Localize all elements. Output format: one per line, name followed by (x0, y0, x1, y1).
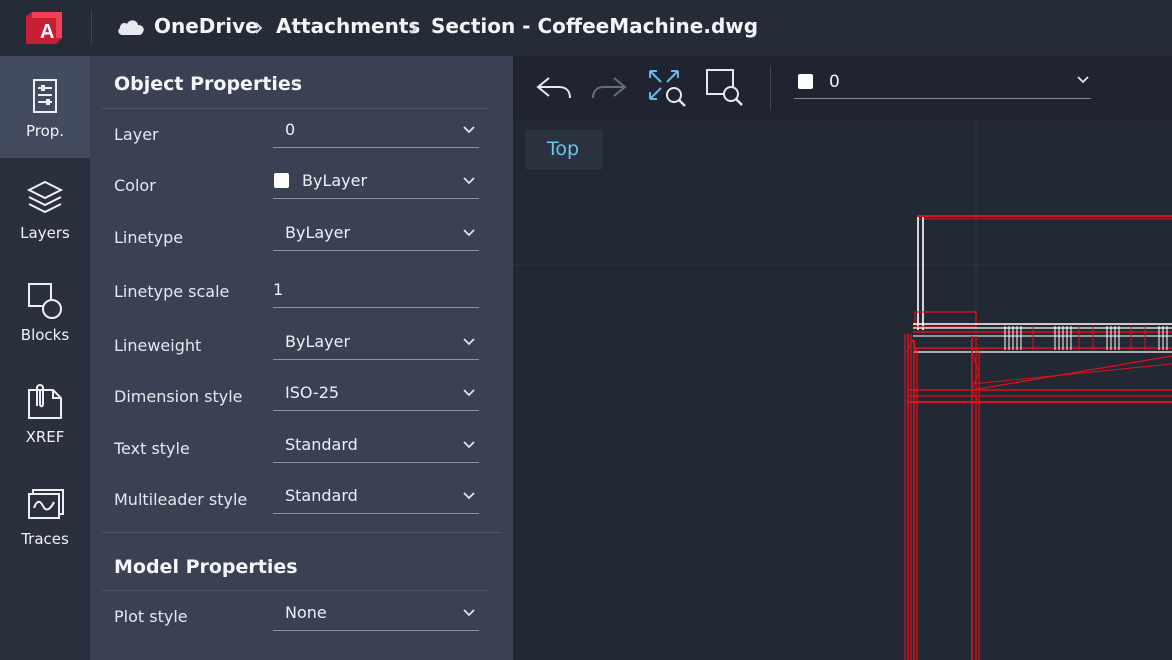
chevron-down-icon (463, 492, 475, 500)
rail-item-layers[interactable]: Layers (0, 158, 90, 260)
linetype-dropdown[interactable]: ByLayer (273, 219, 479, 251)
rail-label: Traces (21, 530, 69, 548)
layer-dropdown[interactable]: 0 (273, 116, 479, 148)
traces-icon (28, 489, 64, 519)
chevron-down-icon (463, 441, 475, 449)
lineweight-label: Lineweight (114, 336, 202, 355)
title-bar: A OneDrive Attachments Section - CoffeeM… (0, 0, 1172, 56)
lineweight-dropdown[interactable]: ByLayer (273, 328, 479, 360)
lineweight-value: ByLayer (285, 332, 351, 351)
undo-icon[interactable] (535, 68, 573, 108)
divider (102, 532, 501, 533)
rail-item-xref[interactable]: XREF (0, 362, 90, 464)
rail-item-properties[interactable]: Prop. (0, 56, 90, 158)
color-dropdown[interactable]: ByLayer (273, 167, 479, 199)
text-style-value: Standard (285, 435, 358, 454)
linetype-scale-label: Linetype scale (114, 282, 230, 301)
layer-label: Layer (114, 125, 159, 144)
linetype-value: ByLayer (285, 223, 351, 242)
layer-value: 0 (285, 120, 296, 139)
color-label: Color (114, 176, 156, 195)
view-cube-top[interactable]: Top (525, 130, 603, 170)
rail-label: Layers (20, 224, 70, 242)
cad-drawing[interactable] (513, 120, 1172, 660)
divider (102, 108, 488, 109)
properties-icon (33, 79, 57, 113)
chevron-down-icon (463, 338, 475, 346)
tool-rail: Prop. Layers Blocks XREF Traces (0, 56, 90, 660)
zoom-extents-icon[interactable] (647, 68, 687, 108)
zoom-window-icon[interactable] (705, 68, 745, 108)
current-layer-value: 0 (829, 72, 840, 92)
breadcrumb-separator-icon (410, 22, 418, 34)
chevron-down-icon (463, 229, 475, 237)
current-layer-dropdown[interactable]: 0 (794, 64, 1091, 99)
logo-letter: A (40, 21, 54, 43)
breadcrumb-file: Section - CoffeeMachine.dwg (431, 14, 759, 38)
dimension-style-label: Dimension style (114, 387, 243, 406)
chevron-down-icon (463, 177, 475, 185)
canvas-toolbar: 0 (513, 56, 1172, 120)
redo-icon[interactable] (590, 68, 628, 108)
view-label: Top (547, 138, 580, 160)
color-value: ByLayer (302, 171, 368, 190)
text-style-label: Text style (114, 439, 190, 458)
onedrive-cloud-icon (118, 20, 144, 35)
chevron-down-icon (463, 609, 475, 617)
xref-icon (28, 384, 62, 419)
chevron-down-icon (463, 389, 475, 397)
rail-item-traces[interactable]: Traces (0, 464, 90, 566)
blocks-icon (28, 283, 62, 319)
color-swatch (274, 173, 289, 188)
multileader-style-dropdown[interactable]: Standard (273, 482, 479, 514)
layers-icon (26, 180, 64, 214)
coffee-machine-section (904, 215, 1172, 660)
breadcrumb-separator-icon (255, 22, 263, 34)
linetype-label: Linetype (114, 228, 184, 247)
toolbar-divider (770, 66, 771, 110)
drawing-canvas[interactable]: 0 Top (513, 56, 1172, 660)
rail-item-blocks[interactable]: Blocks (0, 260, 90, 362)
plot-style-value: None (285, 603, 327, 622)
chevron-down-icon (1077, 76, 1089, 84)
divider (102, 590, 488, 591)
autocad-logo-icon[interactable]: A (26, 12, 62, 44)
layer-color-swatch (798, 74, 813, 89)
dimension-style-value: ISO-25 (285, 383, 340, 402)
rail-label: Prop. (25, 122, 65, 140)
multileader-style-value: Standard (285, 486, 358, 505)
breadcrumb-onedrive[interactable]: OneDrive (154, 14, 259, 38)
chevron-down-icon (463, 126, 475, 134)
dimension-style-dropdown[interactable]: ISO-25 (273, 379, 479, 411)
title-divider (91, 10, 92, 44)
plot-style-label: Plot style (114, 607, 188, 626)
rail-label: XREF (25, 428, 65, 446)
object-properties-title: Object Properties (114, 73, 303, 95)
breadcrumb-attachments[interactable]: Attachments (276, 14, 420, 38)
plot-style-dropdown[interactable]: None (273, 599, 479, 631)
text-style-dropdown[interactable]: Standard (273, 431, 479, 463)
properties-panel: Object Properties Layer 0 Color ByLayer … (90, 56, 513, 660)
linetype-scale-value: 1 (273, 280, 284, 299)
multileader-style-label: Multileader style (114, 490, 248, 509)
linetype-scale-input[interactable]: 1 (273, 276, 479, 308)
model-properties-title: Model Properties (114, 556, 298, 578)
rail-label: Blocks (20, 326, 70, 344)
